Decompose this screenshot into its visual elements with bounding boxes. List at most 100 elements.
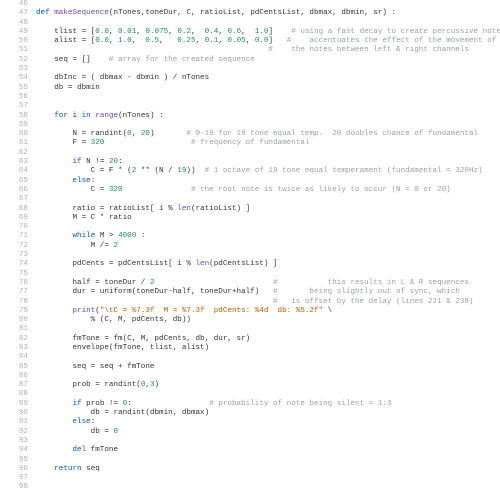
code-line[interactable]: dur = uniform(toneDur-half, toneDur+half… xyxy=(36,288,500,297)
code-line[interactable]: # is offset by the delay (lines 221 & 23… xyxy=(36,298,500,307)
line-number: 46 xyxy=(0,0,28,9)
code-line[interactable] xyxy=(36,19,500,28)
code-line[interactable] xyxy=(36,483,500,492)
code-line[interactable] xyxy=(36,65,500,74)
line-number: 80 xyxy=(0,316,28,325)
code-line[interactable]: db = 0 xyxy=(36,428,500,437)
code-line[interactable]: alist = [0.0, 1.0, 0.5, 0.25, 0.1, 0.05,… xyxy=(36,37,500,46)
line-number: 51 xyxy=(0,46,28,55)
line-number: 91 xyxy=(0,418,28,427)
code-line[interactable] xyxy=(36,121,500,130)
code-line[interactable]: fmTone = fm(C, M, pdCents, db, dur, sr) xyxy=(36,335,500,344)
line-number: 73 xyxy=(0,251,28,260)
line-number: 56 xyxy=(0,93,28,102)
line-number: 67 xyxy=(0,195,28,204)
code-line[interactable]: envelope(fmTone, tlist, alist) xyxy=(36,344,500,353)
code-line[interactable]: M = C * ratio xyxy=(36,214,500,223)
code-line[interactable]: while M > 4000 : xyxy=(36,232,500,241)
code-line[interactable]: C = 320 # the root note is twice as like… xyxy=(36,186,500,195)
line-number: 97 xyxy=(0,474,28,483)
line-number: 76 xyxy=(0,279,28,288)
code-line[interactable]: seq = seq + fmTone xyxy=(36,363,500,372)
code-line[interactable] xyxy=(36,93,500,102)
code-line[interactable]: prob = randint(0,3) xyxy=(36,381,500,390)
code-line[interactable]: seq = [] # array for the created sequenc… xyxy=(36,56,500,65)
line-number: 48 xyxy=(0,19,28,28)
line-number: 81 xyxy=(0,325,28,334)
code-line[interactable]: print("\tC = %7.3f M = %7.3f pdCents: %4… xyxy=(36,307,500,316)
line-number: 65 xyxy=(0,177,28,186)
code-area[interactable]: def makeSequence(nTones,toneDur, C, rati… xyxy=(34,0,500,493)
line-number: 54 xyxy=(0,74,28,83)
code-line[interactable]: C = F * (2 ** (N / 19)) # 1 octave of 19… xyxy=(36,167,500,176)
code-line[interactable]: def makeSequence(nTones,toneDur, C, rati… xyxy=(36,9,500,18)
line-number-gutter: 4647484950515253545556575859606162636465… xyxy=(0,0,34,493)
code-line[interactable] xyxy=(36,353,500,362)
line-number: 78 xyxy=(0,298,28,307)
code-line[interactable] xyxy=(36,390,500,399)
code-line[interactable]: tlist = [0.0, 0.01, 0.075, 0.2, 0.4, 0.6… xyxy=(36,28,500,37)
line-number: 59 xyxy=(0,121,28,130)
code-line[interactable]: F = 320 # frequency of fundamental xyxy=(36,139,500,148)
code-line[interactable] xyxy=(36,325,500,334)
code-line[interactable]: if prob != 0: # probability of note bein… xyxy=(36,400,500,409)
line-number: 77 xyxy=(0,288,28,297)
code-line[interactable]: dbInc = ( dbmax - dbmin ) / nTones xyxy=(36,74,500,83)
line-number: 66 xyxy=(0,186,28,195)
code-line[interactable]: half = toneDur / 2 # this results in L &… xyxy=(36,279,500,288)
line-number: 85 xyxy=(0,363,28,372)
line-number: 89 xyxy=(0,400,28,409)
line-number: 57 xyxy=(0,102,28,111)
code-line[interactable]: # the notes between left & right channel… xyxy=(36,46,500,55)
line-number: 62 xyxy=(0,149,28,158)
code-line[interactable] xyxy=(36,372,500,381)
line-number: 87 xyxy=(0,381,28,390)
line-number: 82 xyxy=(0,335,28,344)
line-number: 92 xyxy=(0,428,28,437)
line-number: 49 xyxy=(0,28,28,37)
code-line[interactable]: M /= 2 xyxy=(36,242,500,251)
code-line[interactable]: ratio = ratioList[ i % len(ratioList) ] xyxy=(36,205,500,214)
line-number: 53 xyxy=(0,65,28,74)
code-line[interactable] xyxy=(36,270,500,279)
code-line[interactable]: del fmTone xyxy=(36,446,500,455)
line-number: 61 xyxy=(0,139,28,148)
line-number: 88 xyxy=(0,390,28,399)
code-line[interactable]: else: xyxy=(36,177,500,186)
code-line[interactable] xyxy=(36,195,500,204)
code-line[interactable] xyxy=(36,0,500,9)
line-number: 86 xyxy=(0,372,28,381)
line-number: 98 xyxy=(0,483,28,492)
line-number: 70 xyxy=(0,223,28,232)
code-line[interactable]: return seq xyxy=(36,465,500,474)
code-line[interactable] xyxy=(36,456,500,465)
line-number: 68 xyxy=(0,205,28,214)
line-number: 79 xyxy=(0,307,28,316)
code-line[interactable] xyxy=(36,102,500,111)
code-line[interactable]: db = randint(dbmin, dbmax) xyxy=(36,409,500,418)
code-line[interactable]: if N != 20: xyxy=(36,158,500,167)
line-number: 83 xyxy=(0,344,28,353)
line-number: 96 xyxy=(0,465,28,474)
code-line[interactable]: db = dbmin xyxy=(36,84,500,93)
code-line[interactable] xyxy=(36,223,500,232)
line-number: 72 xyxy=(0,242,28,251)
code-line[interactable] xyxy=(36,251,500,260)
code-line[interactable] xyxy=(36,149,500,158)
code-editor[interactable]: 4647484950515253545556575859606162636465… xyxy=(0,0,500,493)
code-line[interactable]: pdCents = pdCentsList[ i % len(pdCentsLi… xyxy=(36,260,500,269)
line-number: 69 xyxy=(0,214,28,223)
line-number: 55 xyxy=(0,84,28,93)
code-line[interactable]: % (C, M, pdCents, db)) xyxy=(36,316,500,325)
line-number: 58 xyxy=(0,112,28,121)
line-number: 60 xyxy=(0,130,28,139)
line-number: 63 xyxy=(0,158,28,167)
code-line[interactable]: for i in range(nTones) : xyxy=(36,112,500,121)
line-number: 95 xyxy=(0,456,28,465)
code-line[interactable] xyxy=(36,474,500,483)
code-line[interactable]: N = randint(0, 20) # 0-19 for 19 tone eq… xyxy=(36,130,500,139)
code-line[interactable]: else: xyxy=(36,418,500,427)
line-number: 71 xyxy=(0,232,28,241)
code-line[interactable] xyxy=(36,437,500,446)
line-number: 64 xyxy=(0,167,28,176)
